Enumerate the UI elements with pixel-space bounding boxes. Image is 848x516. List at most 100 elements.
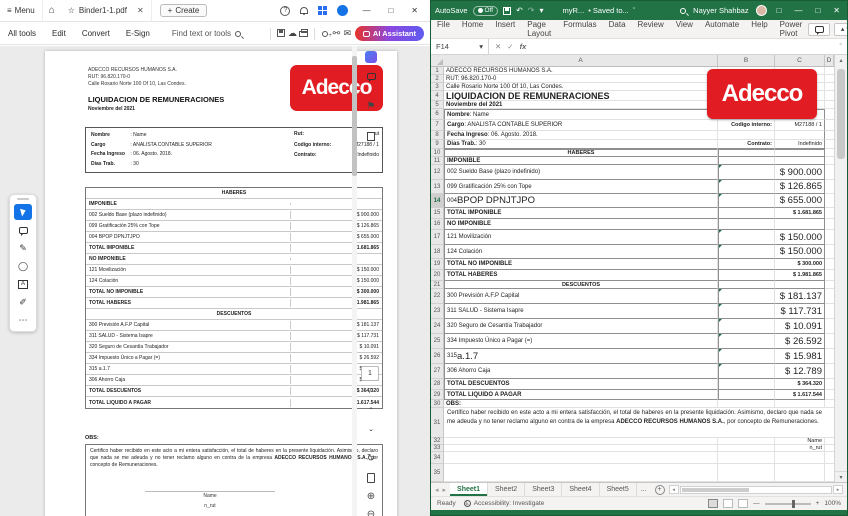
- cell-d23[interactable]: [825, 304, 834, 319]
- cell-a28[interactable]: TOTAL DESCUENTOS: [444, 379, 718, 390]
- cell-d12[interactable]: [825, 165, 834, 180]
- saved-status[interactable]: • Saved to...: [588, 6, 629, 15]
- cell-c8[interactable]: [775, 131, 825, 140]
- cell-d28[interactable]: [825, 379, 834, 390]
- help-icon[interactable]: ?: [280, 6, 290, 16]
- cell-d11[interactable]: [825, 157, 834, 165]
- cell-b18[interactable]: [718, 245, 775, 259]
- cell-a12[interactable]: 002 Sueldo Base (plazo indefinido): [444, 165, 718, 180]
- cell-b22[interactable]: [718, 289, 775, 304]
- cell-d17[interactable]: [825, 230, 834, 245]
- cell-d25[interactable]: [825, 334, 834, 349]
- cell-d31[interactable]: [825, 408, 834, 438]
- zoom-level[interactable]: 100%: [824, 500, 841, 507]
- column-header-c[interactable]: C: [775, 55, 825, 66]
- cloud-upload-icon[interactable]: ☁: [287, 28, 298, 39]
- ribbon-tab-insert[interactable]: Insert: [489, 20, 521, 38]
- ribbon-tab-review[interactable]: Review: [632, 20, 670, 38]
- cell-c20[interactable]: $ 1.981.865: [775, 270, 825, 281]
- cell-b33[interactable]: [718, 445, 775, 452]
- ribbon-tab-power-pivot[interactable]: Power Pivot: [774, 20, 809, 38]
- zoom-out-icon[interactable]: ⊖: [362, 506, 380, 516]
- cell-c12[interactable]: $ 900.000: [775, 165, 825, 180]
- row-header-24[interactable]: 24: [431, 319, 444, 334]
- cell-b14[interactable]: [718, 194, 775, 208]
- cell-c14[interactable]: $ 655.000: [775, 194, 825, 208]
- autosave-toggle[interactable]: Off: [473, 6, 499, 16]
- ribbon-tab-page-layout[interactable]: Page Layout: [521, 20, 557, 38]
- cell-b29[interactable]: [718, 390, 775, 400]
- row-header-18[interactable]: 18: [431, 245, 444, 259]
- redo-icon[interactable]: ↷: [528, 6, 535, 15]
- cell-c23[interactable]: $ 117.731: [775, 304, 825, 319]
- cell-c21[interactable]: [775, 281, 825, 289]
- cell-b16[interactable]: [718, 219, 775, 230]
- cell-d32[interactable]: [825, 438, 834, 445]
- cell-a24[interactable]: 320 Seguro de Cesantía Trabajador: [444, 319, 718, 334]
- cell-a32[interactable]: [444, 438, 718, 445]
- menu-button[interactable]: ≡ Menu: [0, 0, 43, 21]
- cell-b12[interactable]: [718, 165, 775, 180]
- ribbon-tab-formulas[interactable]: Formulas: [557, 20, 602, 38]
- cell-c30[interactable]: [775, 400, 825, 408]
- cell-d4[interactable]: [825, 91, 834, 101]
- apps-grid-icon[interactable]: [318, 6, 327, 15]
- sheet-prev-icon[interactable]: ◂: [435, 486, 439, 494]
- select-tool[interactable]: [14, 204, 32, 220]
- cell-a26[interactable]: 315 a.1.7: [444, 349, 718, 364]
- cell-b21[interactable]: [718, 281, 775, 289]
- enter-icon[interactable]: ✓: [507, 42, 513, 51]
- row-header-12[interactable]: 12: [431, 165, 444, 180]
- name-box[interactable]: F14 ▾: [431, 39, 489, 54]
- cell-c26[interactable]: $ 15.981: [775, 349, 825, 364]
- cell-d8[interactable]: [825, 131, 834, 140]
- user-avatar[interactable]: [756, 5, 767, 16]
- cell-d26[interactable]: [825, 349, 834, 364]
- cell-a33[interactable]: [444, 445, 718, 452]
- row-header-35[interactable]: 35: [431, 464, 444, 482]
- page-layout-view-button[interactable]: [723, 499, 733, 508]
- cell-a4[interactable]: LIQUIDACION DE REMUNERACIONES: [444, 91, 718, 101]
- cell-d1[interactable]: [825, 67, 834, 75]
- text-select-tool[interactable]: A: [14, 276, 32, 292]
- cell-b27[interactable]: [718, 364, 775, 379]
- cell-b10[interactable]: [718, 149, 775, 157]
- cell-c34[interactable]: [775, 452, 825, 464]
- cell-d21[interactable]: [825, 281, 834, 289]
- row-header-2[interactable]: 2: [431, 75, 444, 83]
- row-header-31[interactable]: 31: [431, 408, 444, 438]
- close-button[interactable]: ✕: [830, 6, 843, 15]
- cell-a25[interactable]: 334 Impuesto Único a Pagar (=): [444, 334, 718, 349]
- cell-d35[interactable]: [825, 464, 834, 482]
- row-header-11[interactable]: 11: [431, 157, 444, 165]
- print-icon[interactable]: [299, 31, 308, 37]
- cell-c16[interactable]: [775, 219, 825, 230]
- link-icon[interactable]: ⚯: [331, 28, 342, 39]
- comments-button[interactable]: [808, 23, 830, 36]
- close-tab-icon[interactable]: ✕: [137, 6, 144, 15]
- cell-b17[interactable]: [718, 230, 775, 245]
- row-header-30[interactable]: 30: [431, 400, 444, 408]
- save-icon[interactable]: [277, 29, 285, 37]
- cell-b28[interactable]: [718, 379, 775, 390]
- add-user-icon[interactable]: [322, 31, 328, 37]
- cell-a1[interactable]: ADECCO RECURSOS HUMANOS S.A.: [444, 67, 718, 75]
- column-header-b[interactable]: B: [718, 55, 775, 66]
- cell-a22[interactable]: 300 Previsión A.F.P Capital: [444, 289, 718, 304]
- cell-a8[interactable]: Fecha Ingreso : 06. Agosto. 2018.: [444, 131, 718, 140]
- cell-d30[interactable]: [825, 400, 834, 408]
- cell-a20[interactable]: TOTAL HABERES: [444, 270, 718, 281]
- row-header-15[interactable]: 15: [431, 208, 444, 219]
- document-tab[interactable]: ☆ Binder1-1.pdf ✕: [61, 0, 152, 21]
- cell-a18[interactable]: 124 Colación: [444, 245, 718, 259]
- cell-d18[interactable]: [825, 245, 834, 259]
- fit-page-icon[interactable]: [362, 470, 380, 486]
- select-all-corner[interactable]: [431, 55, 444, 66]
- row-header-14[interactable]: 14: [431, 194, 444, 208]
- cell-b13[interactable]: [718, 180, 775, 194]
- menu-item-edit[interactable]: Edit: [44, 29, 74, 38]
- row-header-1[interactable]: 1: [431, 67, 444, 75]
- cell-a15[interactable]: TOTAL IMPONIBLE: [444, 208, 718, 219]
- cell-b19[interactable]: [718, 259, 775, 270]
- vertical-scrollbar[interactable]: ▴ ▾: [834, 55, 847, 482]
